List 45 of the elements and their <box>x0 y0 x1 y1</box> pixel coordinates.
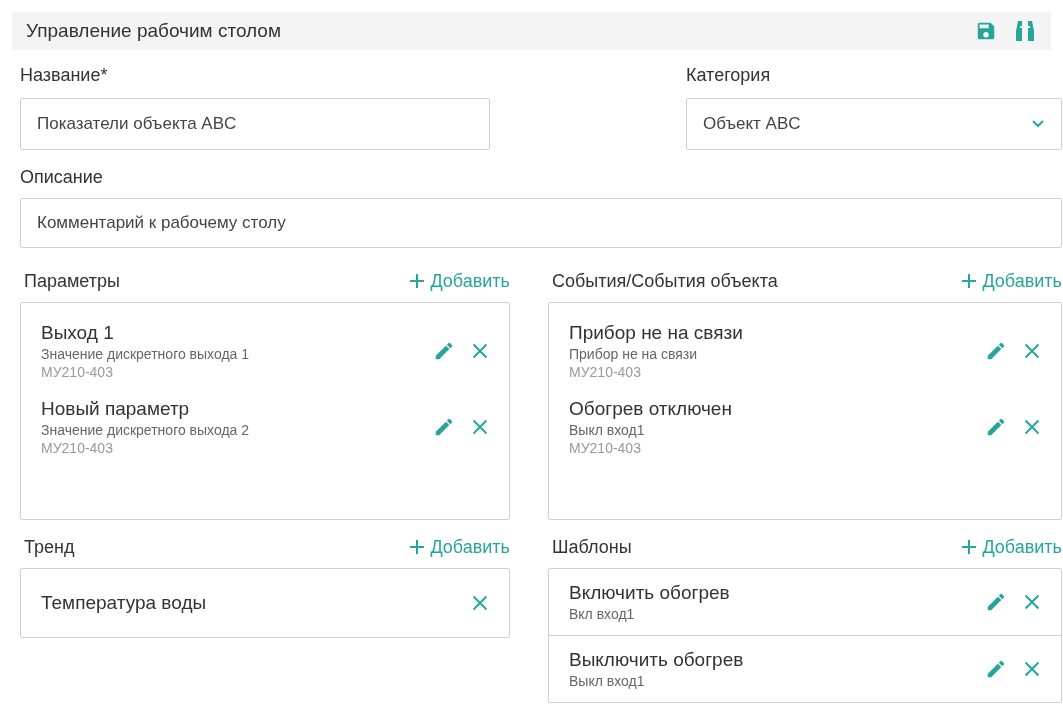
save-icon[interactable] <box>975 20 997 42</box>
item-subtitle: Прибор не на связи <box>569 345 699 363</box>
description-field[interactable]: Комментарий к рабочему столу <box>20 198 1062 248</box>
item-title: Температура воды <box>41 591 207 615</box>
section-title: Тренд <box>24 535 75 559</box>
plus-icon <box>960 538 979 556</box>
chevron-down-icon <box>1031 119 1045 129</box>
item-device: МУ210-403 <box>41 439 114 457</box>
header-title: Управление рабочим столом <box>26 18 281 43</box>
item-subtitle: Значение дискретного выхода 1 <box>41 345 250 363</box>
section-title: Параметры <box>24 269 120 293</box>
item-title: Выход 1 <box>41 321 115 345</box>
item-subtitle: Значение дискретного выхода 2 <box>41 421 250 439</box>
item-title: Новый параметр <box>41 397 191 421</box>
section-title: События/События объекта <box>552 269 778 293</box>
field-label: Название* <box>20 64 109 87</box>
plus-icon <box>960 272 979 290</box>
add-button[interactable]: Добавить <box>960 267 1062 295</box>
binoculars-icon[interactable] <box>1015 19 1035 43</box>
pencil-icon[interactable] <box>433 340 455 362</box>
item-device: МУ210-403 <box>41 363 114 381</box>
plus-icon <box>408 538 427 556</box>
category-select[interactable]: Объект ABC <box>686 98 1062 150</box>
pencil-icon[interactable] <box>985 658 1007 680</box>
section-title: Шаблоны <box>552 535 632 559</box>
name-field[interactable]: Показатели объекта ABC <box>20 98 490 150</box>
field-label: Категория <box>686 64 772 87</box>
item-subtitle: Выкл вход1 <box>569 421 646 439</box>
add-button[interactable]: Добавить <box>960 533 1062 561</box>
pencil-icon[interactable] <box>985 340 1007 362</box>
item-device: МУ210-403 <box>569 439 642 457</box>
add-button[interactable]: Добавить <box>408 533 510 561</box>
pencil-icon[interactable] <box>433 416 455 438</box>
item-title: Прибор не на связи <box>569 321 743 345</box>
pencil-icon[interactable] <box>985 416 1007 438</box>
field-label: Описание <box>20 166 104 189</box>
item-subtitle: Выкл вход1 <box>569 672 646 690</box>
plus-icon <box>408 272 427 290</box>
item-title: Включить обогрев <box>569 581 730 605</box>
item-subtitle: Вкл вход1 <box>569 605 636 623</box>
item-title: Обогрев отключен <box>569 397 732 421</box>
add-button[interactable]: Добавить <box>408 267 510 295</box>
item-title: Выключить обогрев <box>569 648 744 672</box>
pencil-icon[interactable] <box>985 591 1007 613</box>
item-device: МУ210-403 <box>569 363 642 381</box>
